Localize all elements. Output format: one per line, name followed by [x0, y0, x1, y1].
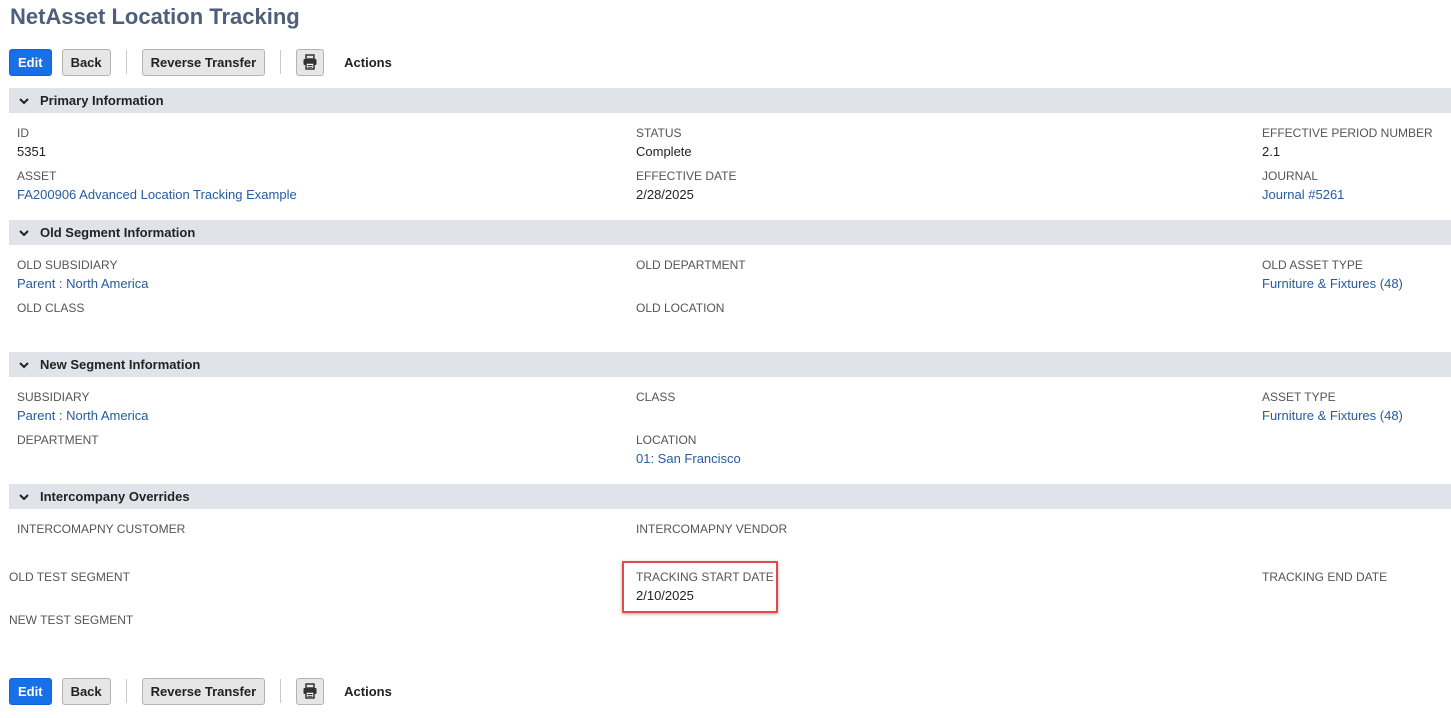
toolbar-divider [280, 679, 282, 703]
asset-type-link[interactable]: Furniture & Fixtures (48) [1262, 408, 1403, 424]
actions-menu[interactable]: Actions [344, 684, 392, 699]
field-location: LOCATION 01: San Francisco [636, 433, 741, 467]
field-old-class: OLD CLASS [17, 301, 84, 315]
field-effective-date: EFFECTIVE DATE 2/28/2025 [636, 169, 736, 203]
chevron-down-icon [19, 493, 29, 500]
section-primary-information[interactable]: Primary Information [9, 88, 1451, 113]
field-asset: ASSET FA200906 Advanced Location Trackin… [17, 169, 297, 203]
field-label: OLD DEPARTMENT [636, 258, 746, 272]
asset-link[interactable]: FA200906 Advanced Location Tracking Exam… [17, 187, 297, 203]
printer-icon [303, 683, 317, 699]
field-value: 5351 [17, 144, 46, 159]
section-new-segment-information[interactable]: New Segment Information [9, 352, 1451, 377]
old-subsidiary-link[interactable]: Parent : North America [17, 276, 149, 292]
field-label: SUBSIDIARY [17, 390, 90, 404]
reverse-transfer-button[interactable]: Reverse Transfer [141, 48, 266, 76]
chevron-down-icon [19, 229, 29, 236]
bottom-toolbar: Edit Back Reverse Transfer Actions [9, 677, 392, 705]
field-label: DEPARTMENT [17, 433, 99, 447]
edit-button[interactable]: Edit [9, 677, 52, 705]
field-subsidiary: SUBSIDIARY Parent : North America [17, 390, 149, 424]
field-label: OLD SUBSIDIARY [17, 258, 118, 272]
field-label: JOURNAL [1262, 169, 1319, 183]
field-department: DEPARTMENT [17, 433, 99, 447]
print-button[interactable] [296, 677, 325, 705]
field-label: OLD ASSET TYPE [1262, 258, 1363, 272]
field-id: ID 5351 [17, 126, 46, 160]
subsidiary-link[interactable]: Parent : North America [17, 408, 149, 424]
field-label: CLASS [636, 390, 676, 404]
section-title: Primary Information [40, 93, 164, 108]
field-status: STATUS Complete [636, 126, 692, 160]
field-asset-type: ASSET TYPE Furniture & Fixtures (48) [1262, 390, 1403, 424]
highlight-box [622, 561, 778, 613]
field-label: ID [17, 126, 29, 140]
field-label: STATUS [636, 126, 682, 140]
reverse-transfer-button[interactable]: Reverse Transfer [141, 677, 266, 705]
field-old-asset-type: OLD ASSET TYPE Furniture & Fixtures (48) [1262, 258, 1403, 292]
edit-button[interactable]: Edit [9, 48, 52, 76]
field-label: INTERCOMAPNY VENDOR [636, 522, 788, 536]
field-old-test-segment: OLD TEST SEGMENT [9, 570, 130, 584]
section-old-segment-information[interactable]: Old Segment Information [9, 220, 1451, 245]
back-button[interactable]: Back [61, 677, 111, 705]
chevron-down-icon [19, 361, 29, 368]
field-tracking-end-date: TRACKING END DATE [1262, 570, 1387, 584]
field-intercompany-vendor: INTERCOMAPNY VENDOR [636, 522, 787, 536]
location-link[interactable]: 01: San Francisco [636, 451, 741, 467]
back-button[interactable]: Back [61, 48, 111, 76]
field-label: ASSET TYPE [1262, 390, 1336, 404]
section-title: Intercompany Overrides [40, 489, 190, 504]
section-intercompany-overrides[interactable]: Intercompany Overrides [9, 484, 1451, 509]
top-toolbar: Edit Back Reverse Transfer Actions [9, 48, 392, 76]
field-value: Complete [636, 144, 692, 159]
journal-link[interactable]: Journal #5261 [1262, 187, 1344, 203]
toolbar-divider [280, 50, 282, 74]
toolbar-divider [125, 50, 127, 74]
print-button[interactable] [296, 48, 325, 76]
field-label: NEW TEST SEGMENT [9, 613, 134, 627]
field-value: 2/28/2025 [636, 187, 694, 202]
printer-icon [303, 54, 317, 70]
field-label: OLD CLASS [17, 301, 85, 315]
field-journal: JOURNAL Journal #5261 [1262, 169, 1344, 203]
field-class: CLASS [636, 390, 675, 404]
section-title: Old Segment Information [40, 225, 196, 240]
field-label: ASSET [17, 169, 57, 183]
field-old-department: OLD DEPARTMENT [636, 258, 746, 272]
field-label: INTERCOMAPNY CUSTOMER [17, 522, 186, 536]
field-label: EFFECTIVE DATE [636, 169, 737, 183]
field-label: OLD TEST SEGMENT [9, 570, 130, 584]
field-intercompany-customer: INTERCOMAPNY CUSTOMER [17, 522, 185, 536]
chevron-down-icon [19, 97, 29, 104]
field-label: OLD LOCATION [636, 301, 725, 315]
field-label: LOCATION [636, 433, 697, 447]
field-label: EFFECTIVE PERIOD NUMBER [1262, 126, 1433, 140]
actions-menu[interactable]: Actions [344, 55, 392, 70]
toolbar-divider [125, 679, 127, 703]
page-title: NetAsset Location Tracking [10, 4, 300, 29]
section-title: New Segment Information [40, 357, 201, 372]
old-asset-type-link[interactable]: Furniture & Fixtures (48) [1262, 276, 1403, 292]
field-old-location: OLD LOCATION [636, 301, 724, 315]
field-effective-period: EFFECTIVE PERIOD NUMBER 2.1 [1262, 126, 1433, 160]
field-new-test-segment: NEW TEST SEGMENT [9, 613, 133, 627]
field-label: TRACKING END DATE [1262, 570, 1388, 584]
field-value: 2.1 [1262, 144, 1281, 159]
field-old-subsidiary: OLD SUBSIDIARY Parent : North America [17, 258, 149, 292]
